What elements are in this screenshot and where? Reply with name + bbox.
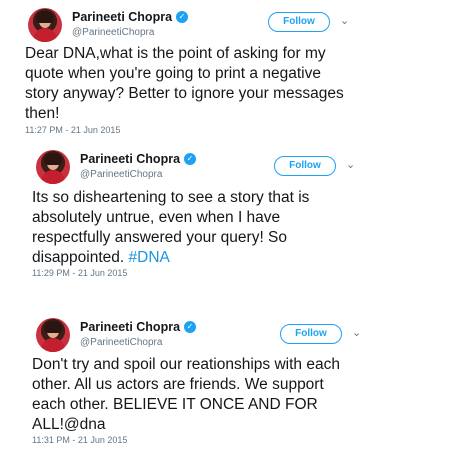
tweet-text: Don't try and spoil our reationships wit… <box>32 355 340 435</box>
tweet-text-line: each other. BELIEVE IT ONCE AND FOR <box>32 396 318 413</box>
author-handle[interactable]: @ParineetiChopra <box>80 337 162 348</box>
tweet-timestamp[interactable]: 11:29 PM - 21 Jun 2015 <box>32 268 127 278</box>
verified-badge-icon: ✓ <box>184 321 197 333</box>
chevron-down-icon[interactable]: ⌄ <box>340 14 349 27</box>
avatar[interactable] <box>36 150 70 184</box>
tweet-timestamp[interactable]: 11:31 PM - 21 Jun 2015 <box>32 435 127 445</box>
tweet-1: Parineeti Chopra ✓ @ParineetiChopra Foll… <box>25 8 438 138</box>
tweet-text-line: Dear DNA,what is the point of asking for… <box>25 45 326 62</box>
tweet-text-line: story anyway? Better to ignore your mess… <box>25 85 344 102</box>
follow-button[interactable]: Follow <box>268 12 330 32</box>
tweet-text-line: then! <box>25 105 60 122</box>
verified-badge-icon: ✓ <box>184 153 197 165</box>
avatar[interactable] <box>36 318 70 352</box>
follow-button[interactable]: Follow <box>274 156 336 176</box>
tweet-text: Its so disheartening to see a story that… <box>32 188 309 268</box>
author-handle[interactable]: @ParineetiChopra <box>72 27 154 38</box>
author-handle[interactable]: @ParineetiChopra <box>80 169 162 180</box>
hashtag-link[interactable]: #DNA <box>129 249 170 266</box>
verified-badge-icon: ✓ <box>176 11 189 23</box>
tweet-text-line: disappointed. #DNA <box>32 248 309 268</box>
tweet-text-end: disappointed. <box>32 249 125 266</box>
author-row: Parineeti Chopra ✓ <box>80 320 197 334</box>
avatar[interactable] <box>28 8 62 42</box>
tweet-text-line: Don't try and spoil our reationships wit… <box>32 356 340 373</box>
tweet-text-line: Its so disheartening to see a story that… <box>32 189 310 206</box>
author-row: Parineeti Chopra ✓ <box>72 10 189 24</box>
tweet-text-line: ALL!@dna <box>32 416 106 433</box>
follow-button[interactable]: Follow <box>280 324 342 344</box>
tweet-timestamp[interactable]: 11:27 PM - 21 Jun 2015 <box>25 125 120 135</box>
author-name[interactable]: Parineeti Chopra <box>72 10 172 24</box>
tweet-3: Parineeti Chopra ✓ @ParineetiChopra Foll… <box>32 318 436 448</box>
tweet-text: Dear DNA,what is the point of asking for… <box>25 44 344 124</box>
tweet-text-line: quote when you're going to print a negat… <box>25 65 321 82</box>
tweet-2: Parineeti Chopra ✓ @ParineetiChopra Foll… <box>32 150 436 280</box>
chevron-down-icon[interactable]: ⌄ <box>352 326 361 339</box>
author-name[interactable]: Parineeti Chopra <box>80 320 180 334</box>
tweet-text-line: respectfully answered your query! So <box>32 229 288 246</box>
tweet-text-line: absolutely untrue, even when I have <box>32 209 281 226</box>
author-row: Parineeti Chopra ✓ <box>80 152 197 166</box>
tweet-text-line: other. All us actors are friends. We sup… <box>32 376 324 393</box>
chevron-down-icon[interactable]: ⌄ <box>346 158 355 171</box>
author-name[interactable]: Parineeti Chopra <box>80 152 180 166</box>
